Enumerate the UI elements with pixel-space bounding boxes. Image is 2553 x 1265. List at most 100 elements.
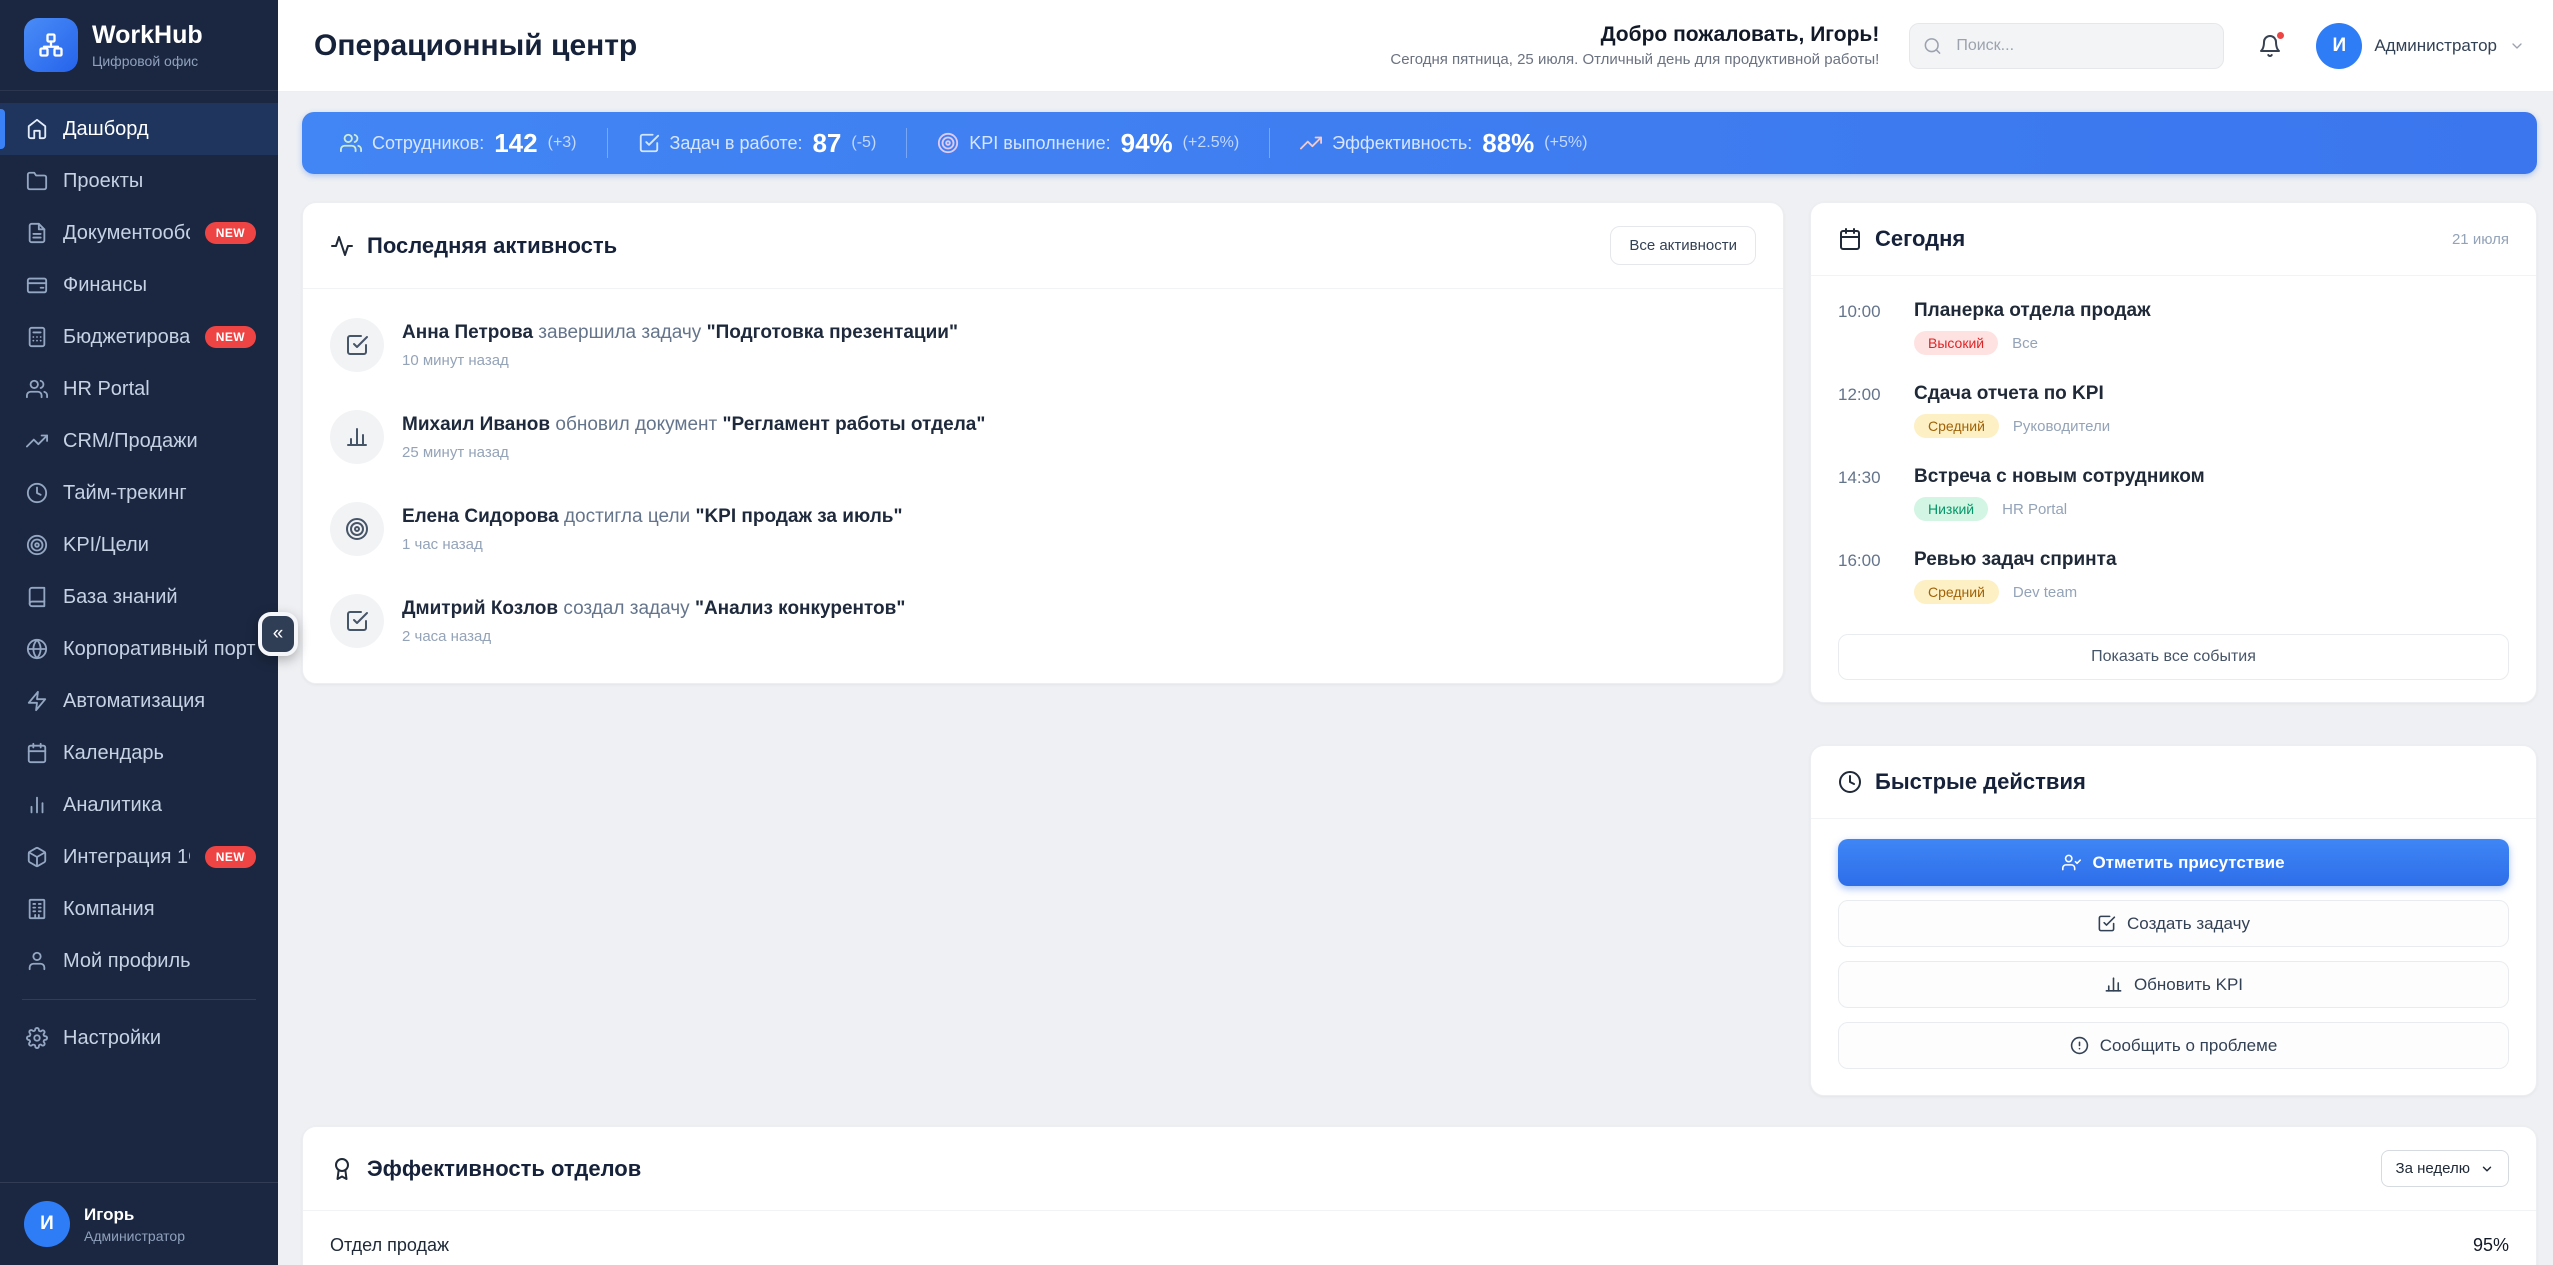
create-task-button[interactable]: Создать задачу (1838, 900, 2509, 947)
sidebar-item-knowledge-base[interactable]: База знаний (0, 571, 278, 623)
app-tagline: Цифровой офис (92, 53, 203, 69)
calendar-icon (1838, 227, 1862, 251)
activity-item: Елена Сидорова достигла цели "KPI продаж… (330, 483, 1756, 575)
folder-icon (26, 170, 48, 192)
sidebar-item-dashboard[interactable]: Дашборд (0, 103, 278, 155)
event-row: 14:30 Встреча с новым сотрудником Низкий… (1838, 452, 2509, 535)
priority-badge: Высокий (1914, 331, 1998, 355)
target-icon (330, 502, 384, 556)
check-square-icon (638, 132, 660, 154)
show-all-events-button[interactable]: Показать все события (1838, 634, 2509, 680)
globe-icon (26, 638, 48, 660)
event-audience: HR Portal (2002, 501, 2067, 518)
avatar: И (2316, 23, 2362, 69)
report-problem-button[interactable]: Сообщить о проблеме (1838, 1022, 2509, 1069)
stat-tasks: Задач в работе: 87 (-5) (608, 128, 907, 159)
new-badge: NEW (205, 326, 256, 348)
sidebar-item-time-tracking[interactable]: Тайм-трекинг (0, 467, 278, 519)
user-menu[interactable]: И Администратор (2316, 23, 2525, 69)
target-icon (26, 534, 48, 556)
kpi-stat-bar: Сотрудников: 142 (+3) Задач в работе: 87… (302, 112, 2537, 174)
search-icon (1923, 36, 1942, 55)
sidebar-item-docflow[interactable]: Документооборот NEW (0, 207, 278, 259)
period-select[interactable]: За неделю (2381, 1150, 2509, 1187)
update-kpi-button[interactable]: Обновить KPI (1838, 961, 2509, 1008)
app-name: WorkHub (92, 21, 203, 50)
users-icon (340, 132, 362, 154)
activity-time: 10 минут назад (402, 352, 958, 369)
new-badge: NEW (205, 846, 256, 868)
sidebar-item-my-profile[interactable]: Мой профиль (0, 935, 278, 987)
check-in-button[interactable]: Отметить присутствие (1838, 839, 2509, 886)
activity-item: Михаил Иванов обновил документ "Регламен… (330, 391, 1756, 483)
collapse-chevrons-icon: « (273, 623, 284, 645)
sidebar-collapse-button[interactable]: « (258, 612, 298, 656)
workhub-logo-icon (24, 18, 78, 72)
sidebar-user-role: Администратор (84, 1228, 185, 1244)
sidebar: WorkHub Цифровой офис Дашборд Проекты До… (0, 0, 278, 1265)
check-square-icon (330, 594, 384, 648)
sidebar-item-corporate-portal[interactable]: Корпоративный портал (0, 623, 278, 675)
priority-badge: Низкий (1914, 497, 1988, 521)
activity-item: Дмитрий Козлов создал задачу "Анализ кон… (330, 575, 1756, 667)
event-audience: Dev team (2013, 584, 2077, 601)
activity-card: Последняя активность Все активности Анна… (302, 202, 1784, 684)
sidebar-item-kpi[interactable]: KPI/Цели (0, 519, 278, 571)
sidebar-item-budgeting[interactable]: Бюджетирование NEW (0, 311, 278, 363)
book-icon (26, 586, 48, 608)
trending-up-icon (1300, 132, 1322, 154)
calendar-icon (26, 742, 48, 764)
sidebar-item-analytics[interactable]: Аналитика (0, 779, 278, 831)
alert-circle-icon (2070, 1036, 2089, 1055)
clock-icon (26, 482, 48, 504)
event-audience: Руководители (2013, 418, 2110, 435)
sidebar-item-1c-integration[interactable]: Интеграция 1С NEW (0, 831, 278, 883)
search-box (1909, 23, 2224, 69)
user-icon (26, 950, 48, 972)
sidebar-item-hr-portal[interactable]: HR Portal (0, 363, 278, 415)
sidebar-item-finance[interactable]: Финансы (0, 259, 278, 311)
notifications-button[interactable] (2254, 30, 2286, 62)
departments-title: Эффективность отделов (367, 1156, 641, 1182)
welcome-subtitle: Сегодня пятница, 25 июля. Отличный день … (1390, 50, 1879, 70)
sidebar-nav: Дашборд Проекты Документооборот NEW Фина… (0, 91, 278, 1064)
stat-efficiency: Эффективность: 88% (+5%) (1270, 128, 1617, 159)
quick-actions-title: Быстрые действия (1875, 769, 2086, 795)
clock-icon (1838, 770, 1862, 794)
welcome-block: Добро пожаловать, Игорь! Сегодня пятница… (1390, 21, 1879, 70)
sidebar-item-settings[interactable]: Настройки (0, 1012, 278, 1064)
sidebar-item-company[interactable]: Компания (0, 883, 278, 935)
welcome-title: Добро пожаловать, Игорь! (1390, 21, 1879, 49)
zap-icon (26, 690, 48, 712)
sidebar-item-calendar[interactable]: Календарь (0, 727, 278, 779)
sidebar-item-projects[interactable]: Проекты (0, 155, 278, 207)
sidebar-user-card[interactable]: И Игорь Администратор (0, 1182, 278, 1265)
home-icon (26, 118, 48, 140)
notification-dot (2275, 30, 2286, 41)
user-check-icon (2062, 853, 2081, 872)
file-text-icon (26, 222, 48, 244)
page-title: Операционный центр (314, 29, 1360, 63)
today-date: 21 июля (2452, 231, 2509, 248)
all-activities-button[interactable]: Все активности (1610, 226, 1756, 265)
sidebar-divider (22, 999, 256, 1000)
activity-time: 1 час назад (402, 536, 902, 553)
bar-chart-icon (26, 794, 48, 816)
search-input[interactable] (1909, 23, 2224, 69)
calculator-icon (26, 326, 48, 348)
sidebar-item-crm[interactable]: CRM/Продажи (0, 415, 278, 467)
sidebar-user-name: Игорь (84, 1205, 185, 1225)
activity-time: 2 часа назад (402, 628, 905, 645)
check-square-icon (2097, 914, 2116, 933)
trending-up-icon (26, 430, 48, 452)
sidebar-item-automation[interactable]: Автоматизация (0, 675, 278, 727)
event-audience: Все (2012, 335, 2038, 352)
stat-employees: Сотрудников: 142 (+3) (310, 128, 607, 159)
chevron-down-icon (2509, 38, 2525, 54)
event-row: 12:00 Сдача отчета по KPI Средний Руково… (1838, 369, 2509, 452)
bar-chart-icon (330, 410, 384, 464)
activity-title: Последняя активность (367, 233, 617, 259)
departments-card: Эффективность отделов За неделю Отдел пр… (302, 1126, 2537, 1265)
priority-badge: Средний (1914, 580, 1999, 604)
check-square-icon (330, 318, 384, 372)
